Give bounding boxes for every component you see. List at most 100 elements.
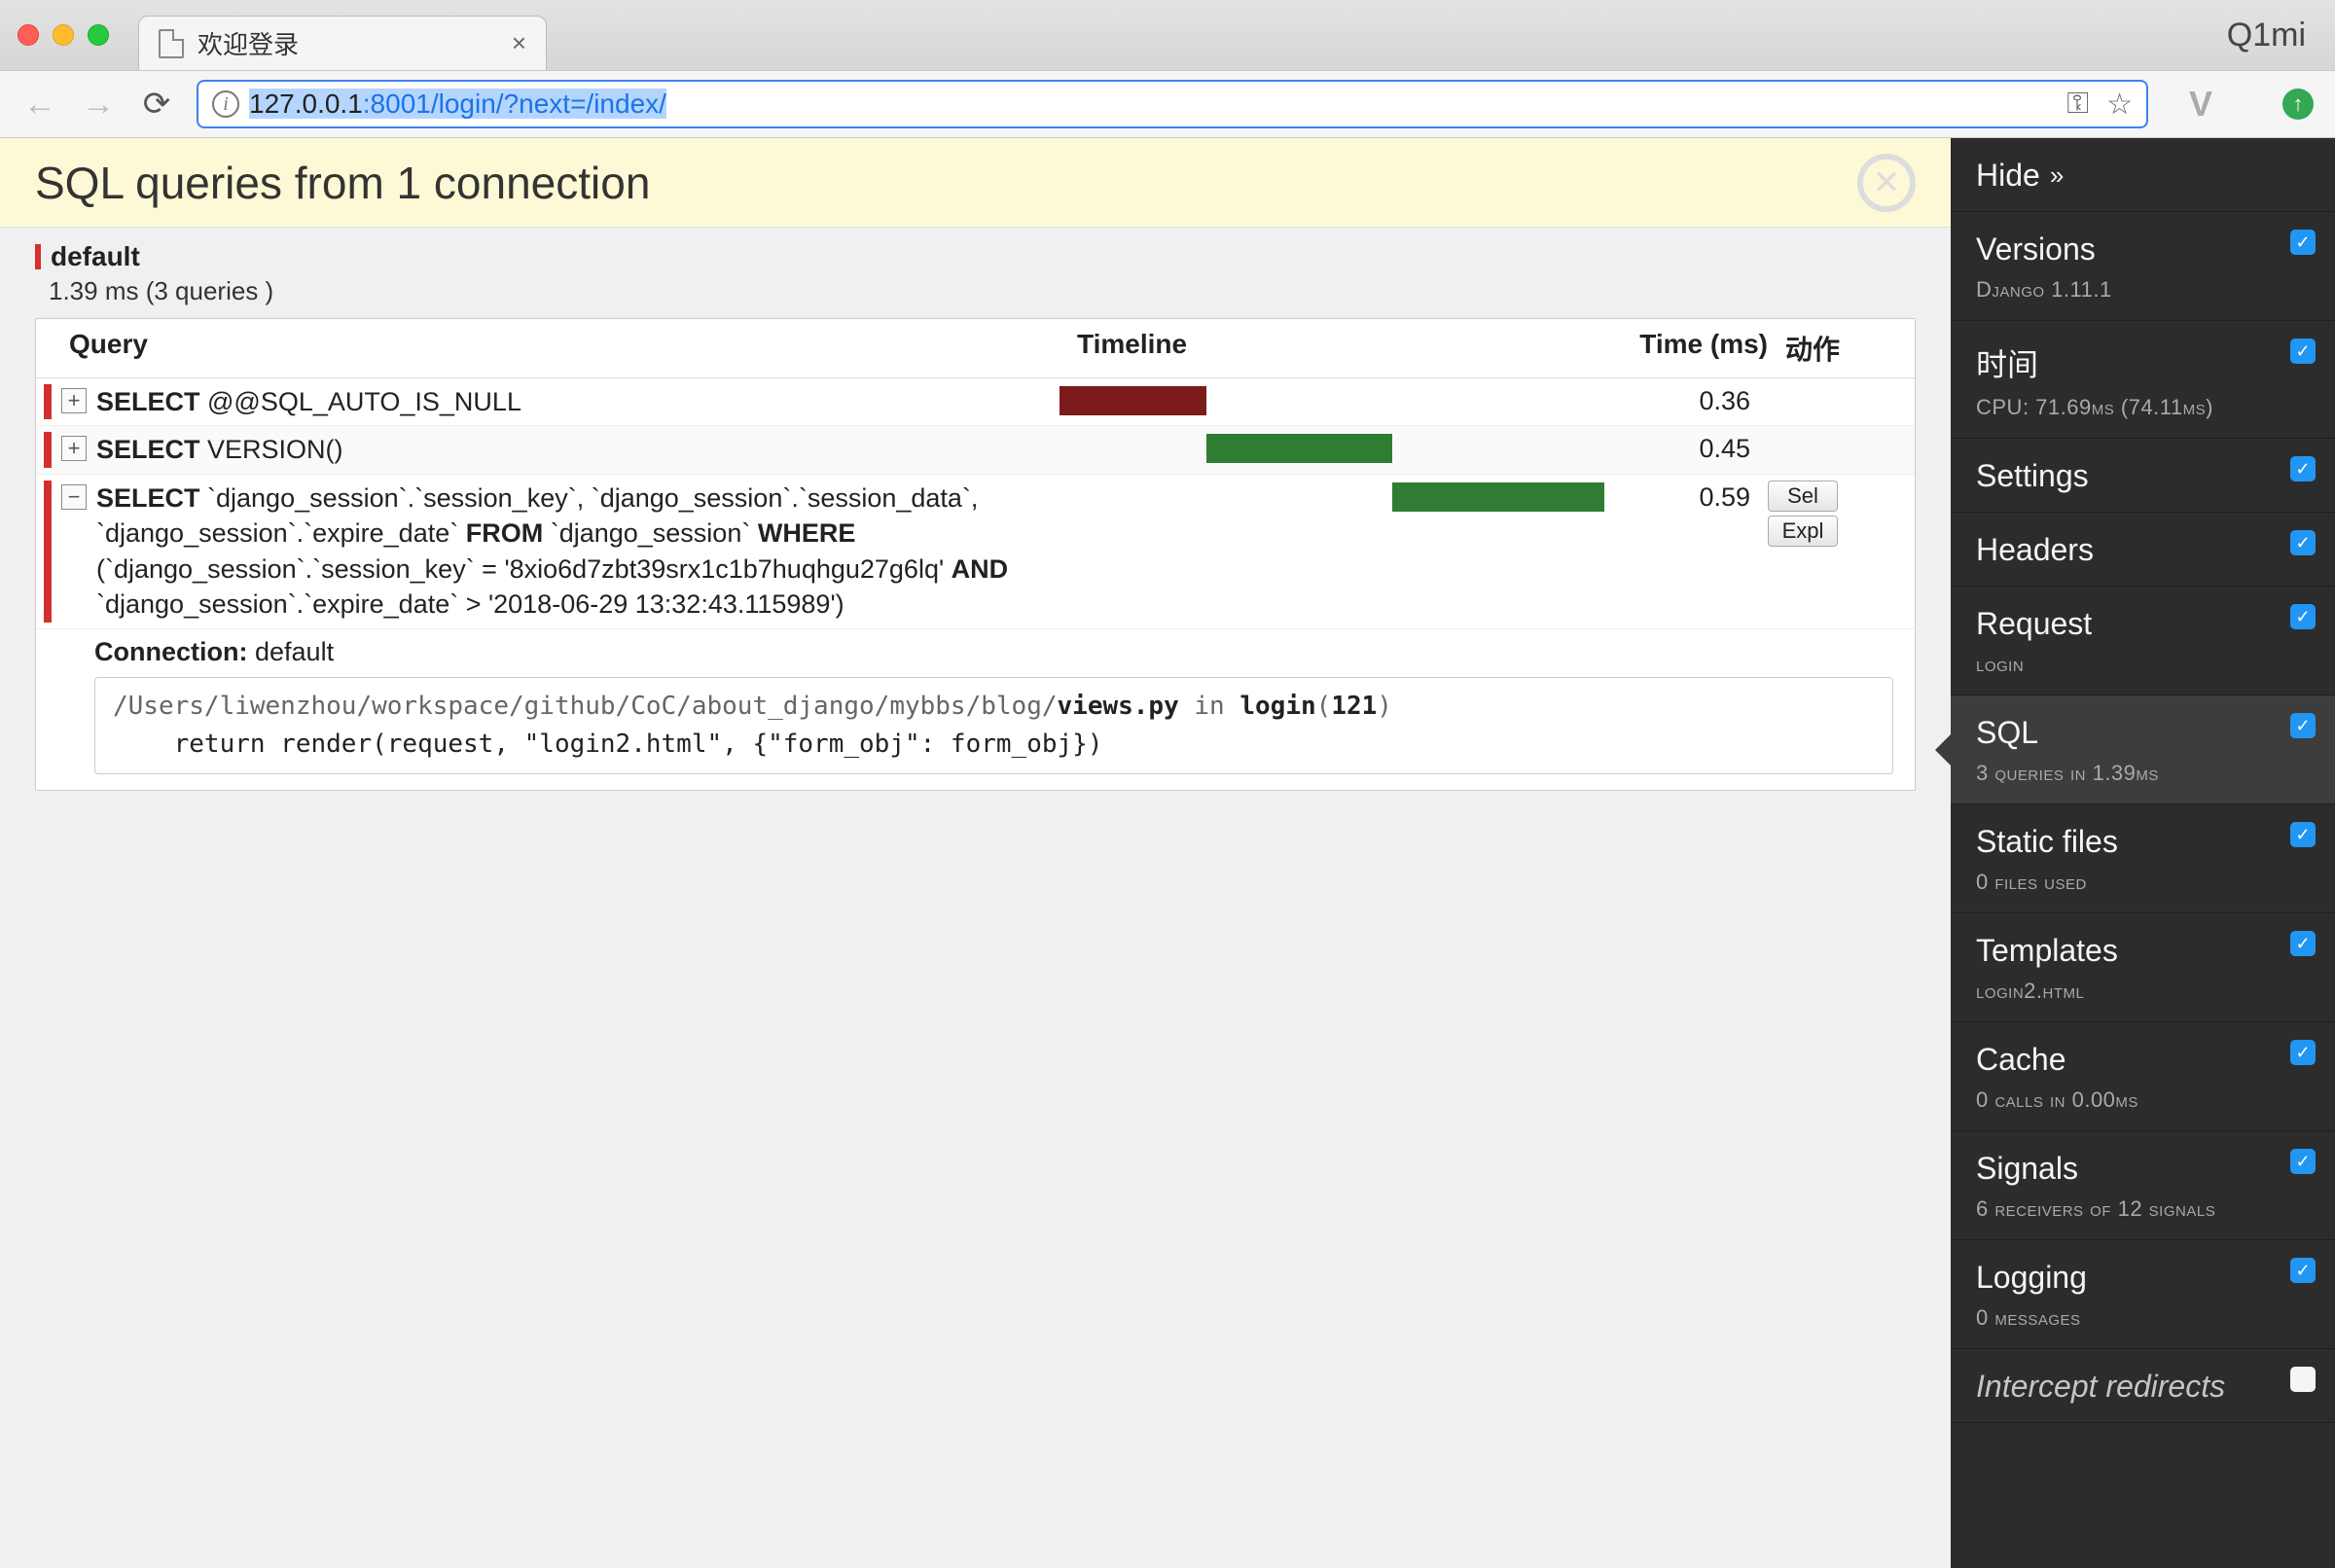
sidebar-item-cache[interactable]: Cache0 calls in 0.00ms✓ [1951,1022,2335,1131]
sidebar-checkbox[interactable]: ✓ [2290,1149,2316,1174]
sidebar-item-subtitle: CPU: 71.69ms (74.11ms) [1976,395,2310,420]
action-button-sel[interactable]: Sel [1768,481,1838,512]
debug-toolbar-sidebar: Hide» VersionsDjango 1.11.1✓时间CPU: 71.69… [1951,138,2335,1568]
sidebar-item-versions[interactable]: VersionsDjango 1.11.1✓ [1951,212,2335,321]
sidebar-item-intercept-redirects[interactable]: Intercept redirects [1951,1349,2335,1423]
sidebar-item-static-files[interactable]: Static files0 files used✓ [1951,804,2335,913]
sidebar-checkbox[interactable]: ✓ [2290,604,2316,629]
hide-label: Hide [1976,158,2040,194]
key-icon[interactable]: ⚿ [2066,88,2089,121]
traceback-file: views.py [1058,692,1179,721]
time-cell: 0.59 [1604,481,1750,513]
col-query: Query [65,329,1077,368]
sidebar-item-request[interactable]: Requestlogin✓ [1951,587,2335,695]
sidebar-item-时间[interactable]: 时间 CPU: 71.69ms (74.11ms) ✓ [1951,321,2335,439]
sidebar-checkbox[interactable]: ✓ [2290,1258,2316,1283]
traceback-in: in [1194,692,1224,721]
sidebar-item-logging[interactable]: Logging 0 messages ✓ [1951,1240,2335,1349]
sidebar-checkbox[interactable]: ✓ [2290,339,2316,364]
close-window-button[interactable] [18,24,39,46]
browser-tab[interactable]: 欢迎登录 × [138,16,547,70]
sql-table-header: Query Timeline Time (ms) 动作 [36,319,1915,378]
query-text: SELECT `django_session`.`session_key`, `… [87,481,1060,623]
sql-panel-title: SQL queries from 1 connection [35,157,650,209]
extension-grid-icon[interactable] [2234,89,2265,120]
sidebar-item-title: SQL [1976,715,2310,751]
maximize-window-button[interactable] [88,24,109,46]
traceback-lineno: 121 [1331,692,1377,721]
bookmark-star-icon[interactable]: ☆ [2106,88,2133,122]
timeline-bar [1206,434,1391,463]
sidebar-item-subtitle: 6 receivers of 12 signals [1976,1196,2310,1222]
sidebar-item-title: Logging [1976,1260,2310,1296]
sidebar-checkbox[interactable] [2290,1367,2316,1392]
close-panel-button[interactable]: ✕ [1857,154,1916,212]
profile-label: Q1mi [2227,17,2306,54]
expand-toggle[interactable]: + [61,436,87,461]
address-bar[interactable]: i 127.0.0.1:8001/login/?next=/index/ ⚿ ☆ [197,80,2148,128]
browser-tabs: 欢迎登录 × [138,0,547,70]
connection-header: default [35,241,1916,272]
expand-toggle[interactable]: − [61,484,87,510]
expand-toggle[interactable]: + [61,388,87,413]
query-text: SELECT @@SQL_AUTO_IS_NULL [87,384,1060,419]
sidebar-checkbox[interactable]: ✓ [2290,1040,2316,1065]
extensions: V ↑ [2170,89,2314,120]
sidebar-item-subtitle: login2.html [1976,979,2310,1004]
connection-name: default [51,241,140,272]
sql-row: +SELECT @@SQL_AUTO_IS_NULL 0.36 [36,378,1915,426]
sidebar-item-signals[interactable]: Signals6 receivers of 12 signals✓ [1951,1131,2335,1240]
row-marker [44,481,52,623]
sidebar-checkbox[interactable]: ✓ [2290,230,2316,255]
sidebar-checkbox[interactable]: ✓ [2290,530,2316,555]
row-marker [44,384,52,419]
sidebar-item-title: 时间 [1976,340,2310,385]
sidebar-item-title: Templates [1976,933,2310,969]
connection-summary: 1.39 ms (3 queries ) [49,276,1916,306]
sidebar-item-title: Intercept redirects [1976,1369,2310,1405]
sidebar-item-title: Cache [1976,1042,2310,1078]
sidebar-checkbox[interactable]: ✓ [2290,931,2316,956]
sidebar-checkbox[interactable]: ✓ [2290,822,2316,847]
timeline-bar [1060,386,1206,415]
minimize-window-button[interactable] [53,24,74,46]
reload-button[interactable]: ⟳ [138,86,175,123]
query-text: SELECT VERSION() [87,432,1060,467]
row-marker [44,432,52,467]
timeline-cell [1060,384,1604,417]
sidebar-item-subtitle: login [1976,652,2310,677]
connection-marker [35,244,41,269]
extension-upload-icon[interactable]: ↑ [2282,89,2314,120]
timeline-bar [1392,482,1604,512]
browser-toolbar: ← → ⟳ i 127.0.0.1:8001/login/?next=/inde… [0,70,2335,138]
traceback-fn: login [1239,692,1315,721]
sidebar-item-templates[interactable]: Templates login2.html ✓ [1951,913,2335,1022]
time-cell: 0.36 [1604,384,1750,416]
sidebar-item-sql[interactable]: SQL3 queries in 1.39ms✓ [1951,695,2335,804]
col-time: Time (ms) [1622,329,1768,368]
sidebar-checkbox[interactable]: ✓ [2290,713,2316,738]
sidebar-item-subtitle: Django 1.11.1 [1976,277,2310,303]
sidebar-item-title: Headers [1976,532,2310,568]
tab-title: 欢迎登录 [198,25,299,61]
sidebar-item-subtitle: 0 messages [1976,1305,2310,1331]
traceback-path: /Users/liwenzhou/workspace/github/CoC/ab… [113,692,1058,721]
window-controls [18,24,109,46]
forward-button[interactable]: → [80,86,117,123]
sidebar-item-title: Settings [1976,458,2310,494]
page-icon [159,29,184,58]
sql-row: −SELECT `django_session`.`session_key`, … [36,475,1915,629]
action-button-expl[interactable]: Expl [1768,516,1838,547]
sidebar-checkbox[interactable]: ✓ [2290,456,2316,481]
url-text: 127.0.0.1:8001/login/?next=/index/ [249,89,666,120]
back-button[interactable]: ← [21,86,58,123]
time-cell: 0.45 [1604,432,1750,464]
sidebar-item-headers[interactable]: Headers✓ [1951,513,2335,587]
sql-panel-header: SQL queries from 1 connection ✕ [0,138,1951,228]
tab-close-icon[interactable]: × [512,28,526,58]
extension-v-icon[interactable]: V [2185,89,2216,120]
sidebar-item-settings[interactable]: Settings✓ [1951,439,2335,513]
timeline-cell [1060,481,1604,514]
sidebar-hide[interactable]: Hide» [1951,138,2335,212]
site-info-icon[interactable]: i [212,90,239,118]
